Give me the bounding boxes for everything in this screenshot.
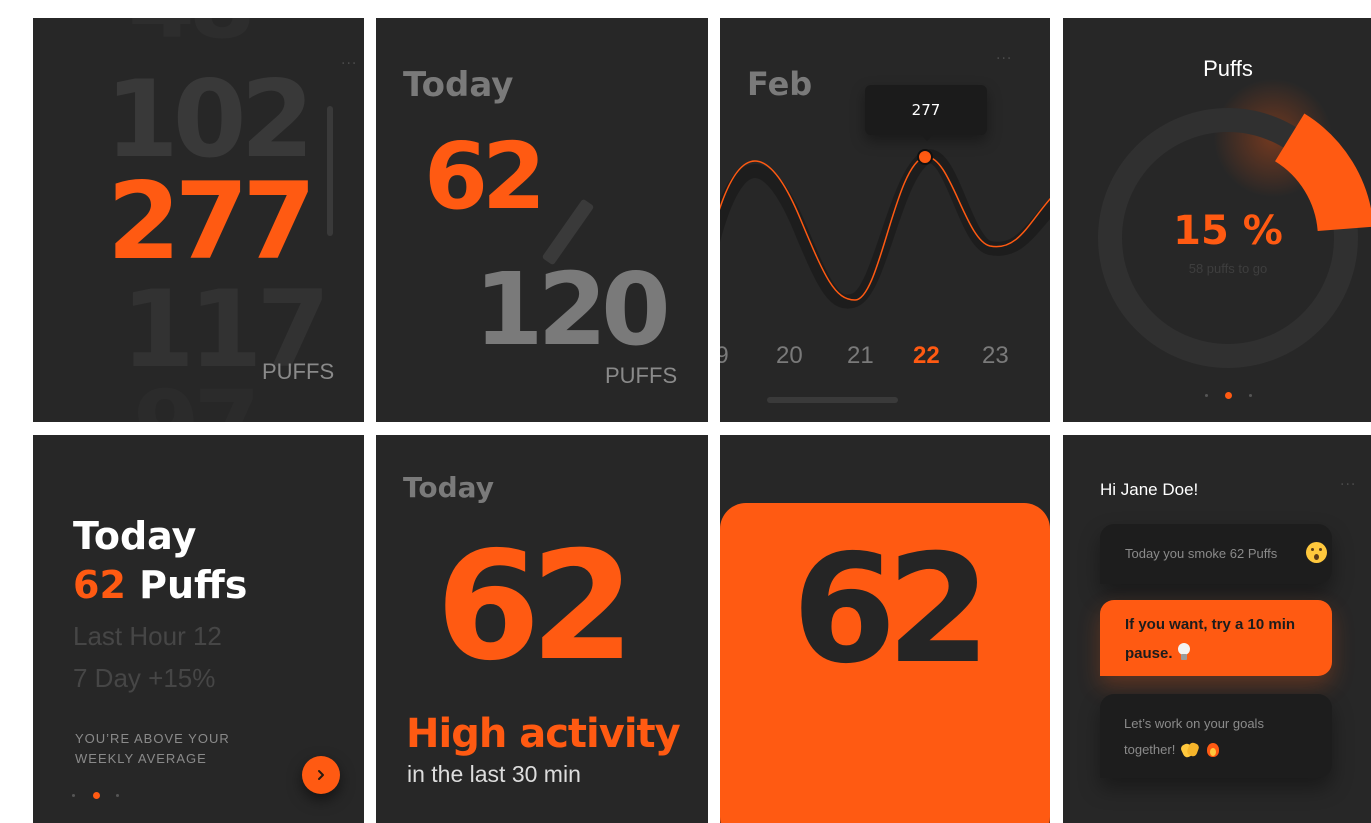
surprised-emoji-icon: [1306, 542, 1327, 563]
chat-text-3-line2-wrap: together!: [1124, 739, 1220, 759]
notice-line1: YOU’RE ABOVE YOUR: [75, 731, 230, 746]
card-summary: Today 62 Puffs Last Hour 12 7 Day +15% Y…: [33, 435, 364, 823]
unit-label: PUFFS: [605, 363, 678, 388]
lightbulb-icon: [1177, 643, 1191, 661]
tooltip-value: 277: [911, 101, 941, 119]
clapping-hands-icon: [1180, 740, 1201, 759]
seven-day-change: 7 Day +15%: [73, 663, 216, 693]
puff-value-bottom: 97: [133, 370, 261, 422]
day-item[interactable]: 23: [982, 342, 1009, 370]
scrollbar: [767, 397, 898, 403]
fire-icon: [1206, 740, 1220, 758]
chat-bubble-2: If you want, try a 10 min pause.: [1100, 600, 1332, 676]
greeting: Hi Jane Doe!: [1100, 480, 1199, 499]
card-count-tile: 62: [720, 435, 1050, 823]
remaining-label: 58 puffs to go: [1188, 261, 1268, 276]
summary-title: Today: [73, 514, 197, 558]
summary-count: 62: [73, 563, 126, 607]
progress-percent: 15 %: [1173, 208, 1283, 254]
unit-label: PUFFS: [262, 359, 335, 384]
next-button[interactable]: [302, 756, 340, 794]
daily-goal: 120: [474, 251, 671, 368]
more-icon[interactable]: ···: [1340, 477, 1356, 493]
scroll-indicator[interactable]: [327, 106, 333, 236]
day-item-selected[interactable]: 22: [913, 342, 940, 370]
chat-text-1: Today you smoke 62 Puffs: [1125, 546, 1278, 561]
card-chat: ··· Hi Jane Doe! Today you smoke 62 Puff…: [1063, 435, 1371, 823]
activity-status: High activity: [406, 711, 681, 757]
chat-text-2-line1: If you want, try a 10 min: [1125, 616, 1296, 633]
chat-text-3-line1: Let’s work on your goals: [1124, 716, 1264, 731]
activity-period: in the last 30 min: [407, 761, 581, 787]
tile-count: 62: [792, 523, 991, 697]
card-high-activity: Today 62 High activity in the last 30 mi…: [376, 435, 708, 823]
today-count: 62: [424, 123, 546, 230]
day-item[interactable]: 19: [720, 342, 729, 370]
summary-count-line: 62 Puffs: [73, 563, 247, 607]
chat-text-3-line2: together!: [1124, 742, 1176, 757]
card-title: Today: [403, 471, 494, 504]
selected-point: [917, 149, 933, 165]
puff-value-top: 48: [128, 18, 256, 60]
puff-value-current: 277: [107, 160, 316, 283]
activity-count: 62: [436, 520, 635, 694]
card-title: Today: [403, 65, 514, 105]
page-indicator[interactable]: [1205, 392, 1265, 400]
card-today-goal: Today 62 120 PUFFS: [376, 18, 708, 422]
summary-count-label: Puffs: [139, 563, 248, 607]
last-hour: Last Hour 12: [73, 621, 222, 651]
notice-line2: WEEKLY AVERAGE: [75, 751, 207, 766]
chat-text-2-line2: pause.: [1125, 643, 1191, 662]
chevron-right-icon: [318, 770, 324, 780]
day-item[interactable]: 21: [847, 342, 874, 370]
page-indicator[interactable]: [72, 792, 122, 800]
count-tile[interactable]: 62: [720, 503, 1050, 823]
more-icon[interactable]: ···: [341, 56, 357, 72]
chat-bubble-1: Today you smoke 62 Puffs: [1100, 524, 1332, 584]
tooltip: 277: [865, 85, 987, 141]
chat-bubble-3: Let’s work on your goals together!: [1100, 694, 1332, 778]
card-progress-ring: Puffs 15 % 58 puffs to go: [1063, 18, 1371, 422]
day-item[interactable]: 20: [776, 342, 803, 370]
card-puff-scroller: ··· 48 102 277 117 97 PUFFS: [33, 18, 364, 422]
card-monthly-trend: ··· Feb 277 19 20 21 22 23: [720, 18, 1050, 422]
